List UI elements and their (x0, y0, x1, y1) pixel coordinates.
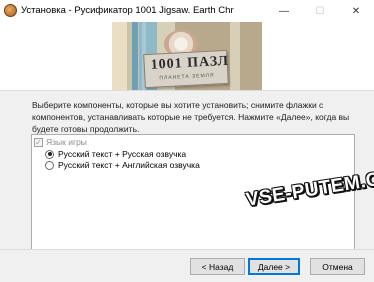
option-label: Русский текст + Английская озвучка (58, 160, 200, 170)
checkbox-icon: ✓ (34, 137, 43, 147)
wizard-banner: 1001 ПАЗЛ ПЛАНЕТА ЗЕМЛЯ (0, 22, 374, 91)
logo-text: 1001 ПАЗЛ (150, 53, 230, 73)
close-button[interactable]: ✕ (338, 0, 374, 22)
wizard-footer: < Назад Далее > Отмена (0, 250, 374, 282)
title-bar: Установка - Русификатор 1001 Jigsaw. Ear… (0, 0, 374, 22)
banner-image: 1001 ПАЗЛ ПЛАНЕТА ЗЕМЛЯ (112, 22, 262, 90)
option-english-voice[interactable]: Русский текст + Английская озвучка (45, 160, 200, 170)
option-russian-voice[interactable]: Русский текст + Русская озвучка (45, 149, 186, 159)
cancel-button[interactable]: Отмена (310, 258, 365, 275)
logo-card: 1001 ПАЗЛ ПЛАНЕТА ЗЕМЛЯ (143, 49, 230, 89)
maximize-button[interactable]: ☐ (302, 0, 338, 22)
minimize-button[interactable]: — (266, 0, 302, 22)
next-button[interactable]: Далее > (248, 258, 300, 275)
radio-selected-icon[interactable] (45, 149, 54, 159)
component-group-language: ✓ Язык игры (34, 137, 87, 147)
component-group-label: Язык игры (46, 137, 87, 147)
option-label: Русский текст + Русская озвучка (58, 149, 187, 159)
installer-app-icon (4, 4, 17, 17)
window-title: Установка - Русификатор 1001 Jigsaw. Ear… (21, 5, 234, 16)
instructions-text: Выберите компоненты, которые вы хотите у… (32, 100, 350, 134)
back-button[interactable]: < Назад (190, 258, 245, 275)
radio-icon[interactable] (45, 160, 54, 170)
logo-subtext: ПЛАНЕТА ЗЕМЛЯ (159, 72, 215, 82)
wizard-content: Выберите компоненты, которые вы хотите у… (0, 91, 374, 271)
